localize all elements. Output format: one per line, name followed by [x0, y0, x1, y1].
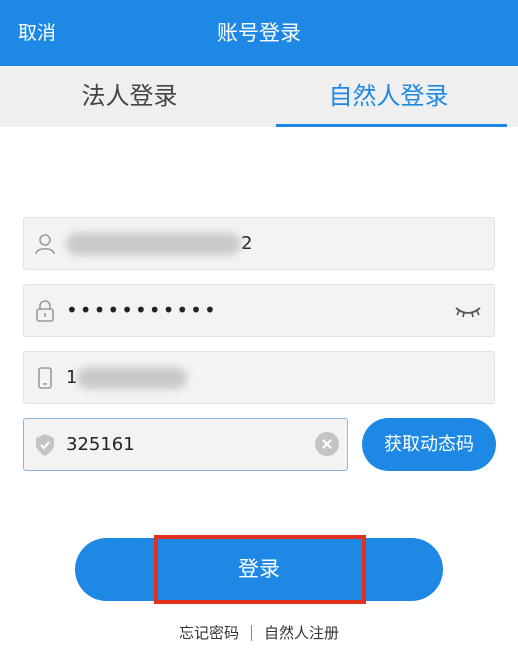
app-header: 取消 账号登录 [0, 0, 518, 66]
phone-icon [38, 367, 52, 389]
account-field[interactable]: 2 [23, 217, 495, 270]
sms-code-field[interactable]: 325161 [23, 418, 348, 471]
login-button[interactable]: 登录 [75, 538, 443, 601]
phone-visible-prefix: 1 [66, 367, 78, 388]
login-button-label: 登录 [238, 557, 280, 581]
password-field[interactable]: ••••••••••• [23, 284, 495, 337]
user-icon [35, 234, 55, 255]
account-value: 2 [66, 218, 252, 269]
lock-icon [36, 300, 54, 322]
forgot-password-link[interactable]: 忘记密码 [179, 624, 239, 642]
phone-redacted [77, 367, 188, 389]
register-link[interactable]: 自然人注册 [264, 624, 339, 642]
clear-icon[interactable] [315, 432, 339, 456]
shield-icon [36, 434, 54, 456]
password-value: ••••••••••• [66, 298, 218, 322]
tab-natural-person[interactable]: 自然人登录 [259, 66, 518, 127]
eye-closed-icon[interactable] [454, 300, 482, 320]
phone-field[interactable]: 1 [23, 351, 495, 404]
footer-divider [251, 624, 252, 641]
page-title: 账号登录 [217, 21, 301, 45]
account-redacted [66, 233, 241, 255]
get-code-button[interactable]: 获取动态码 [362, 418, 496, 471]
footer-links: 忘记密码 自然人注册 [0, 622, 518, 646]
tab-natural-person-label: 自然人登录 [328, 82, 449, 110]
active-tab-indicator [276, 124, 507, 127]
phone-value: 1 [66, 352, 188, 403]
tab-legal-person[interactable]: 法人登录 [0, 66, 259, 127]
login-type-tabs: 法人登录 自然人登录 [0, 66, 518, 127]
account-visible-suffix: 2 [241, 233, 253, 254]
sms-code-value: 325161 [66, 434, 135, 455]
tab-legal-person-label: 法人登录 [81, 82, 178, 110]
